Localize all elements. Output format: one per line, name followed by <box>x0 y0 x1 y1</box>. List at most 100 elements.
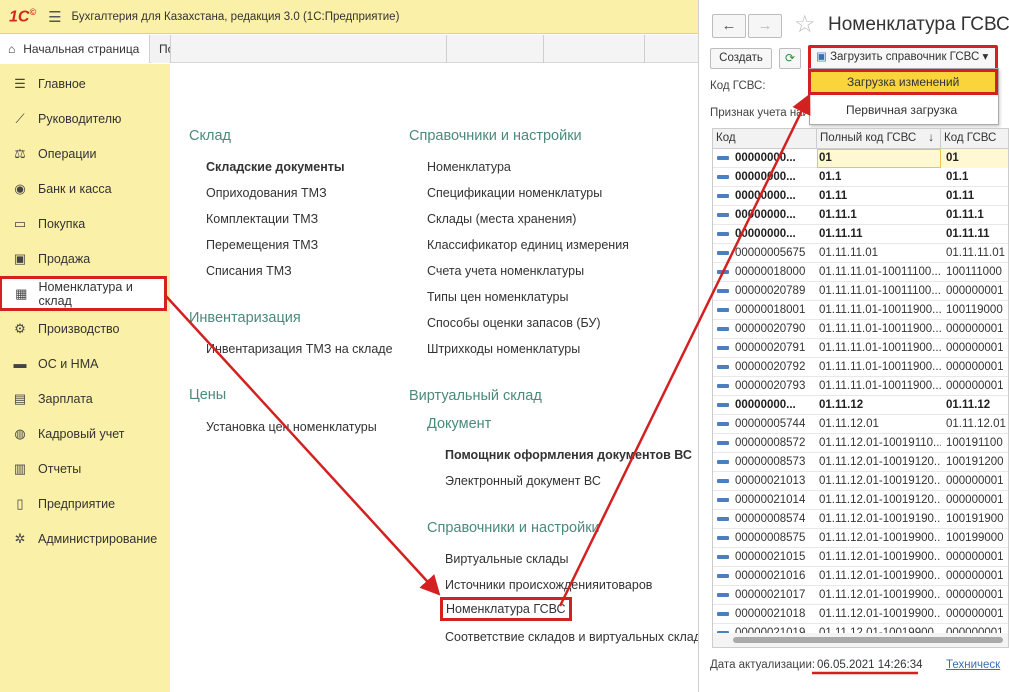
table-row[interactable]: 00000005744 01.11.12.01 01.11.12.01 <box>713 415 1008 434</box>
cell-full: 01.11.11.01-10011900... <box>819 342 941 354</box>
table-row[interactable]: 00000021016 01.11.12.01-10019900... 000000… <box>713 567 1008 586</box>
table-row[interactable]: 00000018000 01.11.11.01-10011100... 100111… <box>713 263 1008 282</box>
cell-full: 01.11.11.01-10011900... <box>819 323 941 335</box>
link-inventory[interactable]: Инвентаризация ТМЗ на складе <box>206 342 393 356</box>
table-row[interactable]: 00000008574 01.11.12.01-10019190... 100191… <box>713 510 1008 529</box>
link-writeoffs[interactable]: Списания ТМЗ <box>206 264 292 278</box>
menu-item-initial-load[interactable]: Первичная загрузка <box>810 97 998 123</box>
tech-link[interactable]: Техническ <box>946 659 1000 671</box>
link-virtual-warehouses[interactable]: Виртуальные склады <box>445 552 568 566</box>
col-full-code[interactable]: Полный код ГСВС ↓ <box>817 129 941 149</box>
sidebar-item[interactable]: ▬ ОС и НМА <box>0 346 170 381</box>
horizontal-scrollbar[interactable] <box>713 633 1008 647</box>
col-code[interactable]: Код <box>713 129 817 149</box>
refresh-icon[interactable]: ⟳ <box>779 48 801 69</box>
link-vs-assistant[interactable]: Помощник оформления документов ВС <box>445 448 692 462</box>
row-icon <box>717 612 729 616</box>
link-warehouse-documents[interactable]: Складские документы <box>206 160 345 174</box>
table-row[interactable]: 00000021014 01.11.12.01-10019120... 000000… <box>713 491 1008 510</box>
menu-item-load-changes[interactable]: Загрузка изменений <box>808 69 998 95</box>
sidebar-item[interactable]: ☰ Главное <box>0 66 170 101</box>
table-row[interactable]: 00000021017 01.11.12.01-10019900... 000000… <box>713 586 1008 605</box>
scrollbar-thumb[interactable] <box>733 637 1003 643</box>
table-row[interactable]: 00000021018 01.11.12.01-10019900... 000000… <box>713 605 1008 624</box>
link-price-types[interactable]: Типы цен номенклатуры <box>427 290 568 304</box>
sidebar-item[interactable]: ✲ Администрирование <box>0 521 170 556</box>
download-icon: ▣ <box>816 51 827 63</box>
tab-fourth[interactable] <box>545 35 645 63</box>
table-row[interactable]: 00000000... 01.11.11 01.11.11 <box>713 225 1008 244</box>
row-icon <box>717 251 729 255</box>
table-row[interactable]: 00000021013 01.11.12.01-10019120... 000000… <box>713 472 1008 491</box>
forward-button[interactable]: → <box>748 14 782 38</box>
sidebar-item[interactable]: ▦ Номенклатура и склад <box>0 276 167 311</box>
tab-third[interactable] <box>446 35 544 63</box>
sidebar-item[interactable]: ⟋ Руководителю <box>0 101 170 136</box>
table-row[interactable]: 00000000... 01.11.1 01.11.1 <box>713 206 1008 225</box>
table-row[interactable]: 00000021015 01.11.12.01-10019900... 000000… <box>713 548 1008 567</box>
link-kits[interactable]: Комплектации ТМЗ <box>206 212 318 226</box>
link-nomenclature[interactable]: Номенклатура <box>427 160 511 174</box>
link-units[interactable]: Классификатор единиц измерения <box>427 238 629 252</box>
table-row[interactable]: 00000020790 01.11.11.01-10011900... 000000… <box>713 320 1008 339</box>
table-row[interactable]: 00000000... 01.11 01.11 <box>713 187 1008 206</box>
sidebar-item[interactable]: ⚙ Производство <box>0 311 170 346</box>
link-vs-edoc[interactable]: Электронный документ ВС <box>445 474 601 488</box>
tab-home[interactable]: ⌂ Начальная страница <box>0 35 150 63</box>
sort-down-icon: ↓ <box>928 132 934 144</box>
sidebar-item[interactable]: ▭ Покупка <box>0 206 170 241</box>
link-warehouses[interactable]: Склады (места хранения) <box>427 212 576 226</box>
table-row[interactable]: 00000020789 01.11.11.01-10011100... 000000… <box>713 282 1008 301</box>
tab-second[interactable]: По <box>151 35 171 63</box>
cell-code: 00000008574 <box>735 513 806 525</box>
table-row[interactable]: 00000020793 01.11.11.01-10011900... 000000… <box>713 377 1008 396</box>
link-price-setting[interactable]: Установка цен номенклатуры <box>206 420 377 434</box>
link-specifications[interactable]: Спецификации номенклатуры <box>427 186 602 200</box>
sidebar-item[interactable]: ▯ Предприятие <box>0 486 170 521</box>
create-button[interactable]: Создать <box>710 48 772 69</box>
link-valuation[interactable]: Способы оценки запасов (БУ) <box>427 316 601 330</box>
table-row[interactable]: 00000000... 01 01 <box>713 149 1008 168</box>
sidebar-item[interactable]: ▤ Зарплата <box>0 381 170 416</box>
table-row[interactable]: 00000008573 01.11.12.01-10019120... 100191… <box>713 453 1008 472</box>
cell-short: 100191100 <box>946 437 1003 449</box>
cell-code: 00000021014 <box>735 494 806 506</box>
sidebar-item[interactable]: ▥ Отчеты <box>0 451 170 486</box>
table-row[interactable]: 00000018001 01.11.11.01-10011900... 100119… <box>713 301 1008 320</box>
table-row[interactable]: 00000008572 01.11.12.01-10019110... 100191… <box>713 434 1008 453</box>
section-title-virtual-refs: Справочники и настройки <box>427 520 600 536</box>
back-button[interactable]: ← <box>712 14 746 38</box>
link-warehouse-mapping[interactable]: Соответствие складов и виртуальных склад… <box>445 630 715 644</box>
cell-code: 00000020789 <box>735 285 806 297</box>
1c-logo: 1С© <box>9 6 37 26</box>
cell-full: 01.11.12.01-10019900... <box>819 608 941 620</box>
link-gsvs-nomenclature[interactable]: Номенклатура ГСВС <box>440 597 572 621</box>
cell-code: 00000021013 <box>735 475 806 487</box>
tab-bar: ⌂ Начальная страница По <box>0 35 698 63</box>
sidebar-item[interactable]: ◉ Банк и касса <box>0 171 170 206</box>
table-row[interactable]: 00000020791 01.11.11.01-10011900... 000000… <box>713 339 1008 358</box>
favorite-star-icon[interactable]: ☆ <box>794 10 816 39</box>
link-accounts[interactable]: Счета учета номенклатуры <box>427 264 584 278</box>
cell-full: 01.11.11.01-10011900... <box>819 380 941 392</box>
people-icon: ◍ <box>14 425 26 441</box>
col-gsvs-code[interactable]: Код ГСВС <box>941 129 1008 149</box>
section-title-refs: Справочники и настройки <box>409 128 582 144</box>
table-row[interactable]: 00000008575 01.11.12.01-10019900... 100199… <box>713 529 1008 548</box>
sidebar-item-label: Операции <box>38 146 97 161</box>
link-barcodes[interactable]: Штрихкоды номенклатуры <box>427 342 580 356</box>
menu-icon[interactable]: ☰ <box>48 8 61 26</box>
sidebar-item[interactable]: ◍ Кадровый учет <box>0 416 170 451</box>
sidebar-item[interactable]: ▣ Продажа <box>0 241 170 276</box>
cell-short: 100191900 <box>946 513 1004 525</box>
link-origin-sources[interactable]: Источники происхожденияитоваров <box>445 578 652 592</box>
link-receipts[interactable]: Оприходования ТМЗ <box>206 186 327 200</box>
sidebar-item[interactable]: ⚖ Операции <box>0 136 170 171</box>
table-row[interactable]: 00000000... 01.11.12 01.11.12 <box>713 396 1008 415</box>
table-row[interactable]: 00000005675 01.11.11.01 01.11.11.01 <box>713 244 1008 263</box>
row-icon <box>717 175 729 179</box>
cell-code: 00000021018 <box>735 608 806 620</box>
table-row[interactable]: 00000000... 01.1 01.1 <box>713 168 1008 187</box>
link-transfers[interactable]: Перемещения ТМЗ <box>206 238 318 252</box>
table-row[interactable]: 00000020792 01.11.11.01-10011900... 000000… <box>713 358 1008 377</box>
